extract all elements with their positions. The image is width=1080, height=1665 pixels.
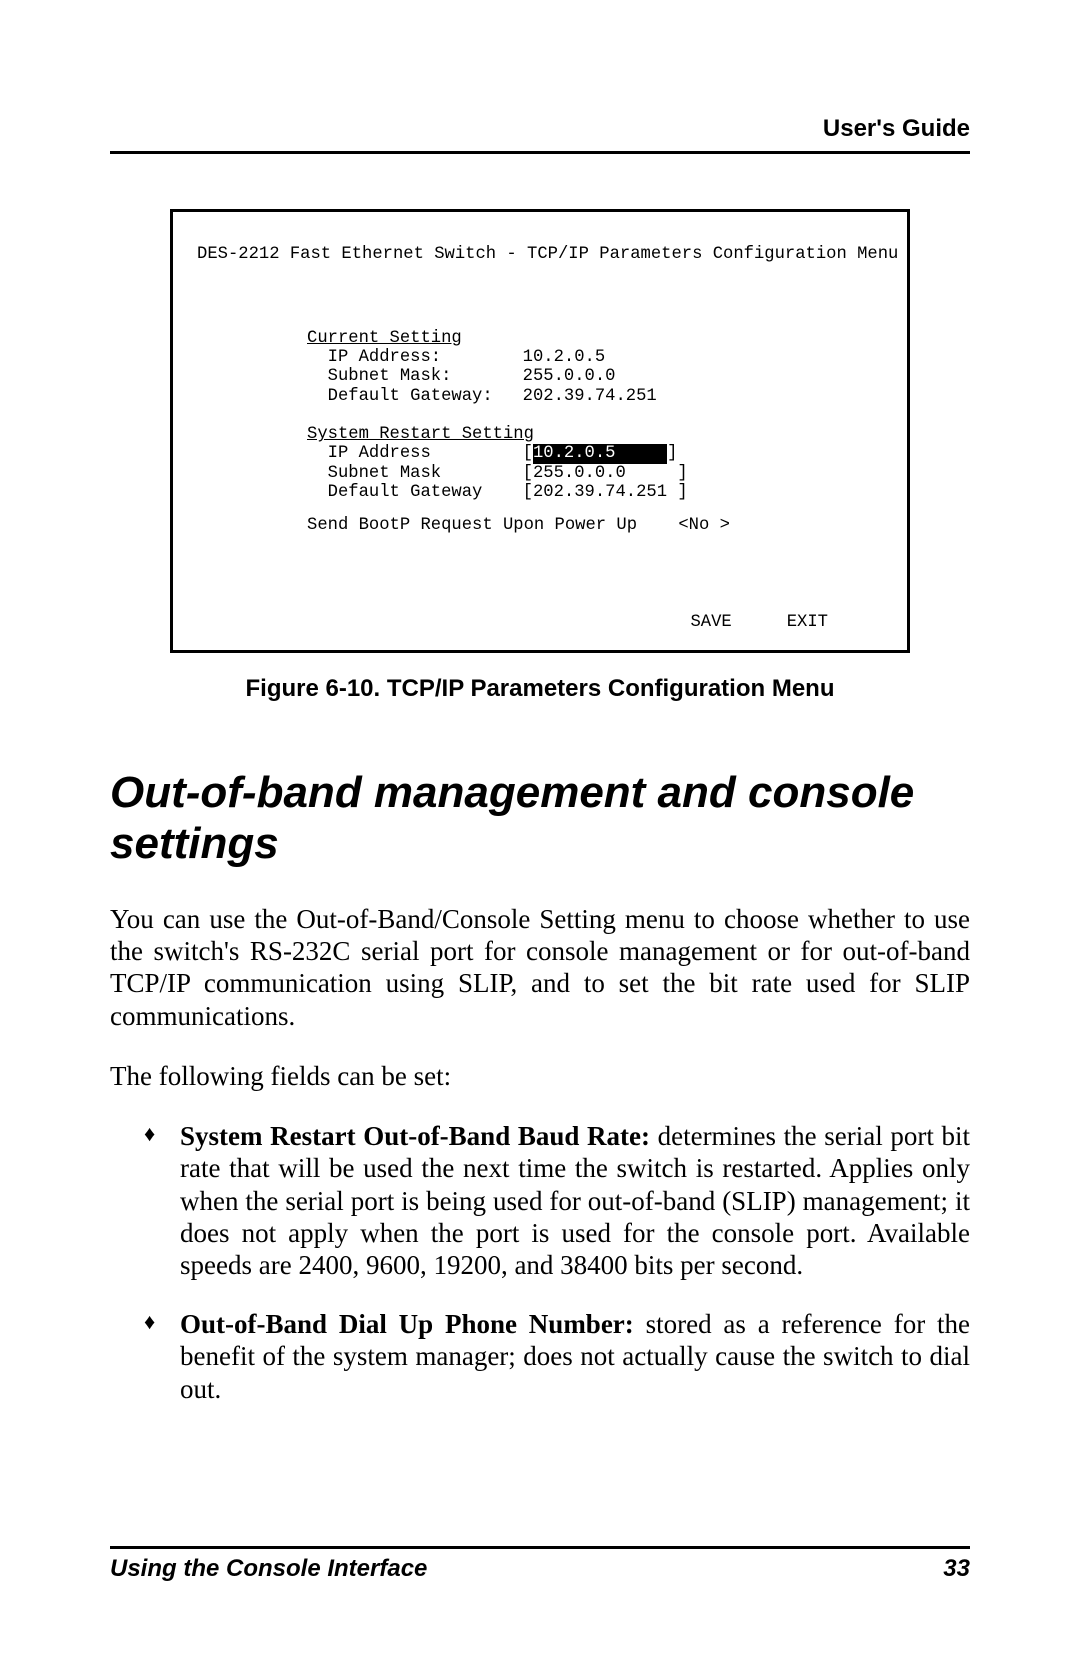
tcpip-config-figure: DES-2212 Fast Ethernet Switch - TCP/IP P…	[170, 209, 910, 653]
current-ip-value: 10.2.0.5	[523, 348, 606, 367]
figure-body: Current Setting IP Address:10.2.0.5 Subn…	[307, 329, 883, 536]
page: User's Guide DES-2212 Fast Ethernet Swit…	[0, 0, 1080, 1665]
restart-mask-input[interactable]: 255.0.0.0	[533, 464, 677, 483]
current-gateway-value: 202.39.74.251	[523, 387, 657, 406]
fields-intro: The following fields can be set:	[110, 1060, 970, 1092]
page-number: 33	[943, 1555, 970, 1583]
restart-ip-input[interactable]: 10.2.0.5	[533, 444, 667, 463]
figure-caption: Figure 6-10. TCP/IP Parameters Configura…	[110, 675, 970, 703]
header-rule	[110, 151, 970, 154]
restart-setting-heading: System Restart Setting	[307, 425, 534, 444]
current-ip-label: IP Address:	[328, 348, 523, 367]
current-setting-heading: Current Setting	[307, 329, 462, 348]
list-item: Out-of-Band Dial Up Phone Number: stored…	[180, 1308, 970, 1405]
list-item: System Restart Out-of-Band Baud Rate: de…	[180, 1120, 970, 1282]
restart-ip-label: IP Address	[328, 444, 523, 463]
save-button[interactable]: SAVE	[690, 613, 731, 632]
bootp-value[interactable]: <No >	[678, 516, 730, 535]
exit-button[interactable]: EXIT	[787, 613, 828, 632]
footer-rule	[110, 1546, 970, 1549]
page-header-title: User's Guide	[110, 115, 970, 151]
restart-mask-label: Subnet Mask	[328, 464, 523, 483]
current-gateway-label: Default Gateway:	[328, 387, 523, 406]
fields-list: System Restart Out-of-Band Baud Rate: de…	[110, 1120, 970, 1405]
intro-paragraph: You can use the Out-of-Band/Console Sett…	[110, 903, 970, 1032]
bullet-lead: System Restart Out-of-Band Baud Rate:	[180, 1121, 658, 1151]
page-footer: Using the Console Interface 33	[110, 1546, 970, 1583]
bootp-label: Send BootP Request Upon Power Up	[307, 516, 637, 535]
current-mask-label: Subnet Mask:	[328, 367, 523, 386]
current-mask-value: 255.0.0.0	[523, 367, 616, 386]
restart-gateway-label: Default Gateway	[328, 483, 523, 502]
section-heading: Out-of-band management and console setti…	[110, 768, 970, 869]
bullet-lead: Out-of-Band Dial Up Phone Number:	[180, 1309, 646, 1339]
footer-section-title: Using the Console Interface	[110, 1555, 427, 1583]
figure-footer: SAVE EXIT	[197, 613, 883, 632]
restart-gateway-input[interactable]: 202.39.74.251	[533, 483, 677, 502]
figure-title: DES-2212 Fast Ethernet Switch - TCP/IP P…	[197, 245, 883, 264]
